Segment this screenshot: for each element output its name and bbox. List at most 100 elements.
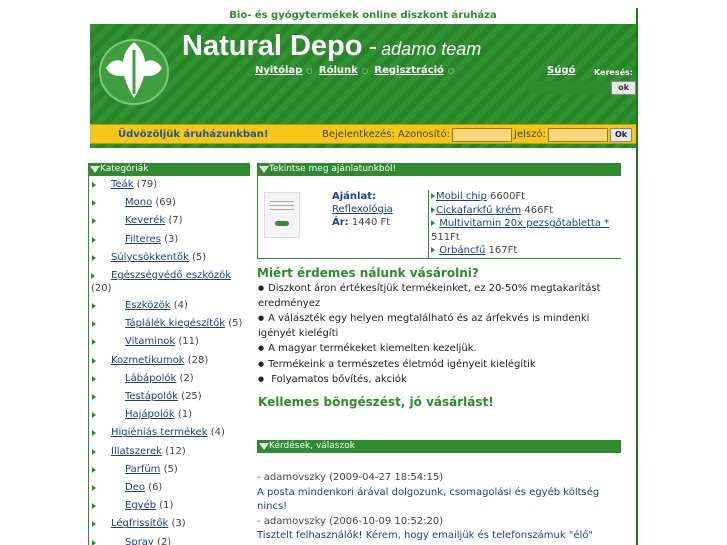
offer-list-item[interactable]: Mobil chip 6600Ft: [431, 190, 622, 204]
closing-message: Kellemes böngészést, jó vásárlást!: [258, 395, 494, 409]
arrow-icon: [92, 339, 96, 346]
category-item[interactable]: Kozmetikumok (28): [89, 352, 250, 370]
nav-separator: ○: [306, 67, 313, 75]
category-item[interactable]: Parfüm (5): [89, 461, 250, 479]
password-label: Jelszó:: [514, 129, 546, 140]
username-input[interactable]: [452, 128, 512, 142]
category-link[interactable]: Táplálék kiegészítők: [125, 318, 225, 329]
category-link[interactable]: Higiéniás termékek: [111, 427, 208, 438]
offer-list-item[interactable]: Orbáncfű 167Ft: [431, 244, 622, 258]
help-link[interactable]: Súgó: [547, 65, 575, 76]
category-item[interactable]: Egyéb (1): [89, 497, 250, 515]
category-item[interactable]: Teák (79): [89, 176, 250, 194]
nav-separator: ○: [447, 67, 455, 75]
category-link[interactable]: Eszközök: [125, 300, 171, 311]
category-link[interactable]: Illatszerek: [111, 446, 162, 457]
nav-about-link[interactable]: Rólunk: [319, 65, 358, 76]
arrow-icon: [92, 503, 96, 510]
category-link[interactable]: Lábápolók: [125, 373, 176, 384]
category-link[interactable]: Egyéb: [125, 500, 156, 511]
offer-product-link[interactable]: Mobil chip: [436, 191, 487, 202]
category-item[interactable]: Eszközök (4): [89, 297, 250, 315]
arrow-icon: [92, 485, 96, 492]
category-link[interactable]: Deo: [125, 482, 145, 493]
image-leaf: [275, 221, 289, 226]
arrow-icon: [92, 430, 96, 437]
category-link[interactable]: Spray: [125, 537, 154, 545]
category-item[interactable]: Táplálék kiegészítők (5): [89, 315, 250, 333]
offer-list-item[interactable]: Multivitamin 20x pezsgőtabletta * 511Ft: [431, 217, 622, 244]
arrow-icon: [92, 303, 96, 310]
login-ok-button[interactable]: Ok: [610, 128, 632, 142]
offer-title: Tekintse meg ajánlatunkból!: [257, 163, 621, 176]
category-link[interactable]: Kozmetikumok: [111, 355, 185, 366]
category-link[interactable]: Parfüm: [125, 464, 160, 475]
category-item[interactable]: Mono (69): [89, 194, 250, 212]
category-item[interactable]: Légfrissítők (3): [89, 515, 250, 533]
featured-price: 1440 Ft: [351, 217, 391, 228]
faq-body: - adamovszky (2009-04-27 18:54:15) A pos…: [257, 453, 621, 544]
category-count: (79): [136, 179, 158, 190]
leaf-logo-icon[interactable]: [96, 28, 172, 108]
image-text-line: [270, 201, 294, 202]
category-item[interactable]: Spray (2): [89, 534, 250, 545]
arrow-icon: [92, 182, 96, 188]
category-link[interactable]: Teák: [111, 179, 133, 190]
offer-product-price: 6600Ft: [489, 191, 526, 202]
category-count: (4): [210, 427, 225, 439]
category-item[interactable]: Illatszerek (12): [89, 443, 250, 461]
product-image[interactable]: [264, 192, 300, 238]
arrow-icon: [91, 273, 95, 280]
featured-offer: Ajánlat: Reflexológia Ár: 1440 Ft: [332, 190, 393, 229]
welcome-login-bar: Üdvözöljük áruházunkban! Bejelentkezés: …: [90, 124, 636, 144]
category-item[interactable]: Keverék (7): [89, 212, 250, 230]
category-item[interactable]: Lábápolók (2): [89, 370, 250, 388]
category-link[interactable]: Mono: [125, 197, 152, 208]
top-navigation: Nyitólap ○ Rólunk ○ Regisztráció ○: [255, 65, 457, 76]
search-ok-button[interactable]: ok: [611, 81, 636, 95]
category-count: (5): [228, 318, 243, 330]
category-count: (12): [165, 445, 186, 457]
category-link[interactable]: Vitaminok: [125, 336, 175, 347]
arrow-icon: [92, 466, 96, 473]
site-tagline: Bio- és gyógytermékek online diszkont ár…: [90, 8, 636, 24]
category-item[interactable]: Filteres (3): [89, 231, 250, 249]
offer-product-link[interactable]: Multivitamin 20x pezsgőtabletta *: [439, 218, 609, 229]
category-count: (2): [179, 372, 194, 384]
category-count: (28): [187, 354, 209, 366]
password-input[interactable]: [548, 128, 608, 142]
nav-home-link[interactable]: Nyitólap: [255, 65, 302, 76]
featured-product-link[interactable]: Reflexológia: [332, 204, 393, 215]
category-link[interactable]: Hajápolók: [125, 409, 175, 420]
arrow-icon: [92, 521, 96, 528]
arrow-icon: [92, 200, 96, 207]
category-count: (4): [173, 300, 188, 312]
category-link[interactable]: Testápolók: [125, 391, 178, 402]
search-label: Keresés:: [594, 68, 634, 77]
arrow-icon: [92, 394, 96, 401]
offer-list-item[interactable]: Cickafarkfű krém 466Ft: [431, 204, 622, 218]
offer-product-link[interactable]: Orbáncfű: [439, 245, 485, 256]
category-link[interactable]: Filteres: [125, 234, 161, 245]
category-item[interactable]: Hajápolók (1): [89, 406, 250, 424]
category-item[interactable]: Higiéniás termékek (4): [89, 424, 250, 442]
category-item[interactable]: Vitaminok (11): [89, 333, 250, 351]
category-item[interactable]: Súlycsökkentők (5): [89, 249, 250, 267]
brand-title: Natural Depo - adamo team: [182, 30, 481, 63]
arrow-icon: [92, 448, 96, 455]
category-item[interactable]: Egészségvédő eszközök (20): [89, 267, 250, 297]
category-link[interactable]: Egészségvédő eszközök: [111, 270, 231, 281]
search-input[interactable]: [527, 81, 609, 94]
faq-meta: - adamovszky (2009-04-27 18:54:15): [257, 472, 444, 483]
category-link[interactable]: Keverék: [125, 215, 165, 226]
why-item: Diszkont áron értékesítjük termékeinket,…: [258, 281, 618, 311]
arrow-icon: [92, 218, 96, 225]
why-item: A választék egy helyen megtalálható és a…: [258, 311, 618, 341]
faq-title: Kérdések, válaszok: [257, 440, 621, 453]
nav-register-link[interactable]: Regisztráció: [374, 65, 444, 76]
category-item[interactable]: Deo (6): [89, 479, 250, 497]
category-item[interactable]: Testápolók (25): [89, 388, 250, 406]
offer-product-link[interactable]: Cickafarkfű krém: [436, 205, 521, 216]
category-link[interactable]: Súlycsökkentők: [111, 252, 189, 263]
category-link[interactable]: Légfrissítők: [111, 518, 168, 529]
